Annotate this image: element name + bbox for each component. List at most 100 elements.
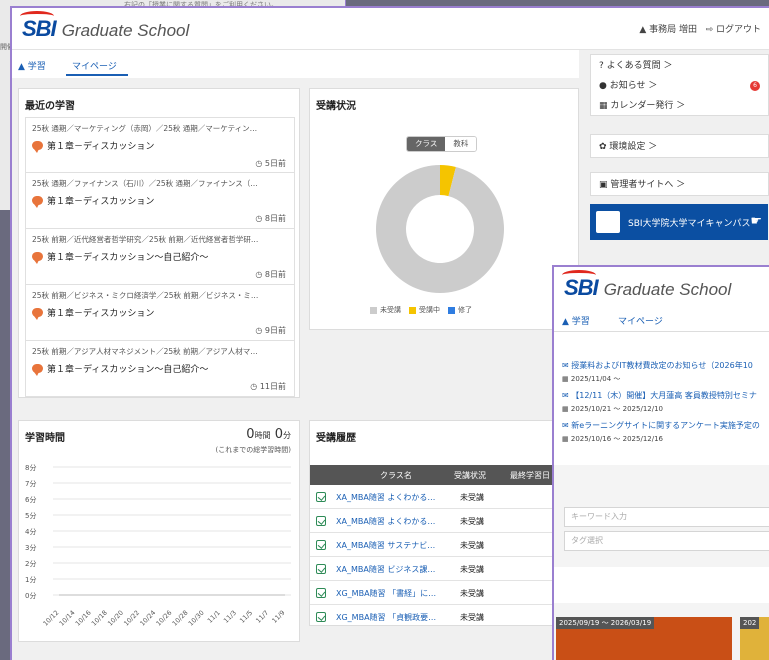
news-title[interactable]: ✉ 【12/11（木）開催】大月蓮高 客員教授特別セミナ [562, 390, 769, 401]
recent-item-time-text: 8日前 [264, 270, 286, 279]
calendar-icon: ▦ [599, 101, 608, 111]
col-last-study[interactable]: 最終学習日 [510, 470, 550, 481]
history-class-name[interactable]: XA_MBA随習 ビジネス課… [336, 564, 435, 575]
history-status: 未受講 [460, 493, 484, 502]
col-status[interactable]: 受講状況 [454, 470, 486, 481]
news-date: ▦ 2025/10/21 ～ 2025/12/10 [562, 404, 769, 414]
col-class-name[interactable]: クラス名 [380, 470, 412, 481]
history-class-name[interactable]: XA_MBA随習 よくわかる… [336, 492, 435, 503]
discussion-icon [32, 196, 43, 208]
recent-item-time-text: 11日前 [259, 382, 286, 391]
legend-in-progress: 受講中 [419, 306, 440, 314]
enrollment-status-card: 受講状況 クラス 教科 未受講 受講中 修了 [309, 88, 579, 330]
news-item[interactable]: ✉ 授業料およびIT教材費改定のお知らせ（2026年10 ▦ 2025/11/04… [562, 360, 769, 384]
y-tick-label: 7分 [25, 479, 36, 488]
history-class-name[interactable]: XG_MBA随習 「書経」に… [336, 588, 436, 599]
recent-learning-item[interactable]: 25秋 前期／アジア人材マネジメント／25秋 前期／アジア人材マ… 第１章－ディス… [25, 341, 295, 397]
clock-icon: ◷ [255, 326, 263, 335]
table-row: XG_MBA随習 「書経」に… 未受講 [310, 581, 564, 605]
recent-item-title[interactable]: 第１章－ディスカッション [32, 139, 154, 153]
header: SBI Graduate School ▲ 事務局 増田 ⇨ ログアウト [12, 8, 769, 50]
front-sbi-logo[interactable]: SBI Graduate School [562, 270, 732, 301]
study-time-chart: 8分7分6分5分4分3分2分1分0分10/1210/1410/1610/1810… [25, 463, 291, 628]
recent-learning-card: 最近の学習 25秋 通期／マーケティング（赤岡）／25秋 通期／マーケティン… 第… [18, 88, 300, 398]
recent-learning-item[interactable]: 25秋 前期／ビジネス・ミクロ経済学／25秋 前期／ビジネス・ミ… 第１章－ディス… [25, 285, 295, 341]
course-date: 202 [740, 617, 760, 629]
clock-icon: ◷ [250, 382, 258, 391]
sidebar-links: ? よくある質問 ＞ ● お知らせ ＞ 6 ▦ カレンダー発行 ＞ [590, 54, 769, 116]
front-logo-subtitle: Graduate School [603, 280, 732, 299]
my-campus-label: SBI大学院大学マイキャンパス [628, 219, 751, 229]
mail-icon: ✉ [562, 361, 569, 370]
calendar-link[interactable]: ▦ カレンダー発行 ＞ [591, 97, 768, 115]
gear-icon: ✿ [599, 142, 607, 152]
faq-link[interactable]: ? よくある質問 ＞ [591, 57, 768, 75]
info-icon: ● [599, 81, 607, 91]
y-tick-label: 3分 [25, 543, 36, 552]
legend-not-started: 未受講 [380, 306, 401, 314]
table-row: XA_MBA随習 よくわかる… 未受講 [310, 509, 564, 533]
status-toggle: クラス 教科 [406, 136, 478, 152]
recent-item-title[interactable]: 第１章－ディスカッション～自己紹介～ [32, 362, 209, 376]
news-date-text: 2025/10/16 ～ 2025/12/16 [570, 435, 664, 443]
x-tick-label: 11/5 [238, 609, 254, 625]
recent-item-title-text: 第１章－ディスカッション～自己紹介～ [47, 253, 209, 263]
x-tick-label: 10/16 [74, 609, 93, 628]
front-tab-learning[interactable]: ▲ 学習 [562, 314, 590, 327]
front-tab-label: 学習 [571, 317, 590, 327]
tab-learning[interactable]: ▲ 学習 [18, 59, 46, 72]
history-status: 未受講 [460, 589, 484, 598]
y-tick-label: 4分 [25, 527, 36, 536]
recent-learning-item[interactable]: 25秋 通期／ファイナンス（石川）／25秋 通期／ファイナンス（… 第１章－ディス… [25, 173, 295, 229]
check-icon [316, 564, 326, 574]
news-title-text: 新eラーニングサイトに関するアンケート実施予定の [571, 421, 760, 430]
donut-chart [376, 165, 504, 293]
tab-mypage[interactable]: マイページ [72, 59, 117, 72]
news-title[interactable]: ✉ 授業料およびIT教材費改定のお知らせ（2026年10 [562, 360, 769, 371]
tag-select[interactable]: タグ選択 [564, 531, 769, 551]
logout-link[interactable]: ログアウト [716, 25, 761, 35]
keyword-input[interactable]: キーワード入力 [564, 507, 769, 527]
toggle-class[interactable]: クラス [407, 137, 446, 151]
news-link[interactable]: ● お知らせ ＞ 6 [591, 77, 768, 95]
course-card[interactable]: 202 [740, 617, 769, 660]
course-card[interactable]: 2025/09/19 ～ 2026/03/19 [556, 617, 732, 660]
history-class-name[interactable]: XA_MBA随習 よくわかる… [336, 516, 435, 527]
my-campus-button[interactable]: SBI大学院大学マイキャンパス ☛ [590, 204, 768, 240]
recent-learning-item[interactable]: 25秋 通期／マーケティング（赤岡）／25秋 通期／マーケティン… 第１章－ディス… [25, 117, 295, 173]
recent-item-title-text: 第１章－ディスカッション～自己紹介～ [47, 365, 209, 375]
faq-label: よくある質問 ＞ [606, 61, 673, 71]
check-icon [316, 492, 326, 502]
recent-item-title[interactable]: 第１章－ディスカッション [32, 306, 154, 320]
history-class-name[interactable]: XG_MBA随習 「貞観政要… [336, 612, 436, 623]
calendar-icon: ▦ [562, 405, 569, 413]
recent-learning-item[interactable]: 25秋 前期／近代経営者哲学研究／25秋 前期／近代経営者哲学研… 第１章－ディス… [25, 229, 295, 285]
news-item[interactable]: ✉ 【12/11（木）開催】大月蓮高 客員教授特別セミナ ▦ 2025/10/21… [562, 390, 769, 414]
check-icon [316, 516, 326, 526]
logo-subtitle: Graduate School [61, 21, 190, 40]
recent-item-title[interactable]: 第１章－ディスカッション [32, 194, 154, 208]
recent-item-time: ◷ 11日前 [250, 381, 286, 392]
enrollment-history-title: 受講履歴 [316, 433, 356, 444]
front-tab-mypage[interactable]: マイページ [618, 314, 663, 327]
news-title-text: 授業料およびIT教材費改定のお知らせ（2026年10 [571, 361, 753, 370]
recent-item-title[interactable]: 第１章－ディスカッション～自己紹介～ [32, 250, 209, 264]
logout-icon[interactable]: ⇨ [706, 25, 714, 35]
history-class-name[interactable]: XA_MBA随習 サステナビ… [336, 540, 435, 551]
x-tick-label: 10/14 [58, 609, 77, 628]
settings-link[interactable]: ✿ 環境設定 ＞ [591, 138, 768, 156]
recent-item-path: 25秋 前期／ビジネス・ミクロ経済学／25秋 前期／ビジネス・ミ… [32, 291, 259, 300]
news-title-text: 【12/11（木）開催】大月蓮高 客員教授特別セミナ [571, 391, 757, 400]
news-title[interactable]: ✉ 新eラーニングサイトに関するアンケート実施予定の [562, 420, 769, 431]
admin-link[interactable]: ▣ 管理者サイトへ ＞ [591, 176, 768, 194]
recent-item-time-text: 5日前 [264, 159, 286, 168]
recent-item-time-text: 8日前 [264, 214, 286, 223]
toggle-subject[interactable]: 教科 [445, 137, 477, 151]
table-row: XA_MBA随習 サステナビ… 未受講 [310, 533, 564, 557]
check-icon [316, 588, 326, 598]
x-tick-label: 10/30 [187, 609, 206, 628]
sbi-logo[interactable]: SBI Graduate School [20, 11, 190, 42]
calendar-label: カレンダー発行 ＞ [610, 101, 686, 111]
news-item[interactable]: ✉ 新eラーニングサイトに関するアンケート実施予定の ▦ 2025/10/16 ～… [562, 420, 769, 444]
y-tick-label: 0分 [25, 591, 36, 600]
